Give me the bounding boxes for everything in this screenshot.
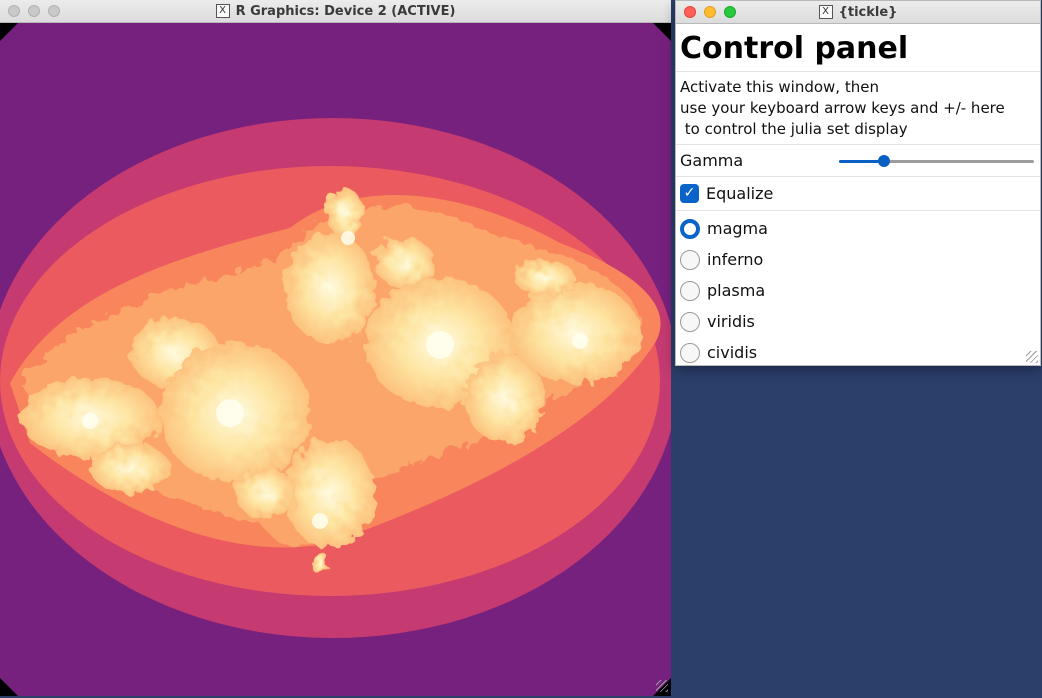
radio-button[interactable] [680, 342, 700, 363]
equalize-row[interactable]: ✓ Equalize [676, 177, 1040, 211]
zoom-button[interactable] [48, 5, 60, 17]
resize-grip[interactable] [656, 680, 668, 692]
equalize-checkbox[interactable]: ✓ [680, 184, 699, 203]
graphics-titlebar[interactable]: X R Graphics: Device 2 (ACTIVE) [0, 0, 671, 23]
radio-button[interactable] [680, 311, 700, 332]
close-button[interactable] [684, 6, 696, 18]
radio-button[interactable] [680, 218, 700, 239]
window-title: {tickle} [838, 4, 898, 20]
window-controls [8, 5, 60, 17]
window-controls [684, 6, 736, 18]
radio-label: viridis [707, 312, 755, 331]
x11-icon: X [818, 5, 833, 19]
radio-button[interactable] [680, 249, 700, 270]
panel-titlebar[interactable]: X {tickle} [676, 1, 1040, 24]
radio-label: cividis [707, 343, 758, 362]
r-graphics-window: X R Graphics: Device 2 (ACTIVE) [0, 0, 671, 696]
panel-body: Control panel Activate this window, then… [676, 24, 1040, 365]
zoom-button[interactable] [724, 6, 736, 18]
plot-canvas[interactable] [0, 23, 671, 696]
gamma-slider[interactable] [839, 151, 1034, 171]
minimize-button[interactable] [704, 6, 716, 18]
resize-grip[interactable] [1026, 351, 1038, 363]
radio-option-cividis[interactable]: cividis [676, 337, 1040, 365]
page-title: Control panel [676, 24, 1040, 72]
x11-icon: X [215, 4, 230, 18]
radio-option-plasma[interactable]: plasma [676, 275, 1040, 306]
instructions-text: Activate this window, then use your keyb… [676, 72, 1040, 145]
slider-thumb[interactable] [877, 154, 890, 167]
control-panel-window: X {tickle} Control panel Activate this w… [675, 0, 1041, 366]
radio-label: magma [707, 219, 768, 238]
gamma-row: Gamma [676, 145, 1040, 177]
palette-radio-group: magma inferno plasma viridis cividis [676, 211, 1040, 365]
radio-option-magma[interactable]: magma [676, 213, 1040, 244]
window-title: R Graphics: Device 2 (ACTIVE) [235, 3, 456, 19]
radio-option-viridis[interactable]: viridis [676, 306, 1040, 337]
minimize-button[interactable] [28, 5, 40, 17]
close-button[interactable] [8, 5, 20, 17]
gamma-label: Gamma [680, 151, 744, 170]
radio-label: plasma [707, 281, 766, 300]
julia-set-image [0, 23, 671, 696]
equalize-label: Equalize [706, 184, 774, 203]
radio-option-inferno[interactable]: inferno [676, 244, 1040, 275]
radio-button[interactable] [680, 280, 700, 301]
radio-label: inferno [707, 250, 764, 269]
